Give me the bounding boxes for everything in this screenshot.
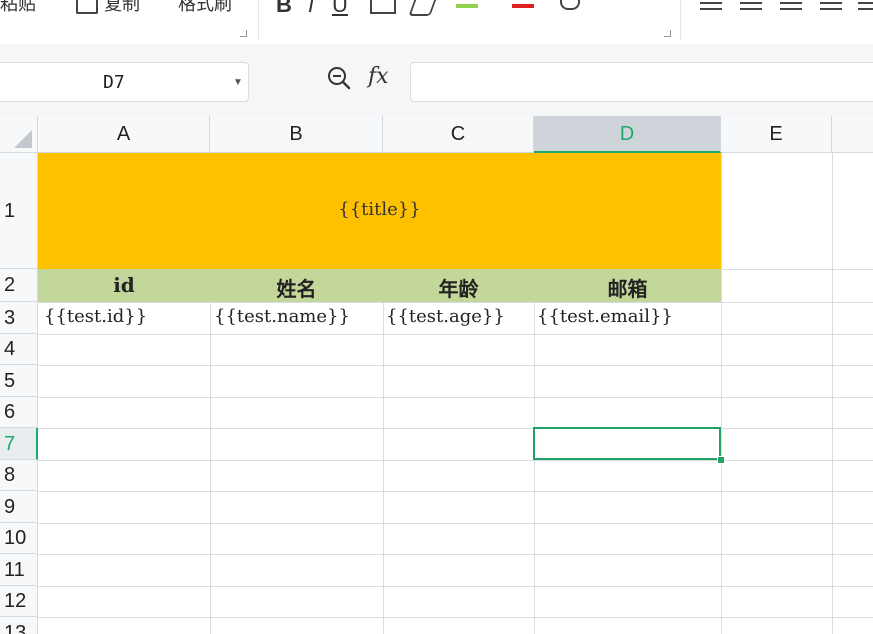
column-header-b[interactable]: B [210,116,383,153]
italic-button[interactable]: I [308,0,314,18]
row-header-10[interactable]: 10 [0,523,38,554]
row-header-7[interactable]: 7 [0,428,38,460]
gridline [38,334,873,335]
zoom-icon[interactable] [327,66,351,90]
insert-function-icon[interactable]: fx [368,64,389,89]
template-cell-name[interactable]: {{test.name}} [214,306,350,327]
toolbar-separator [680,0,681,40]
copy-icon [76,0,98,14]
gridline [38,491,873,492]
gridline [38,617,873,618]
gridline [721,153,722,634]
select-all-icon [14,130,32,148]
fill-bucket-icon[interactable] [408,0,438,16]
active-cell-selection[interactable] [533,427,721,460]
column-header-e[interactable]: E [721,116,832,153]
spreadsheet-grid[interactable]: A B C D E 1 2 3 4 5 6 7 8 9 10 11 12 13 … [0,116,873,634]
column-header-c[interactable]: C [383,116,534,153]
clear-format-icon[interactable] [560,0,580,10]
copy-button[interactable]: 复制 [104,0,140,16]
fill-color-icon[interactable] [456,4,478,8]
gridline [38,586,873,587]
title-placeholder: {{title}} [338,199,421,220]
gridline [38,428,873,429]
select-all-button[interactable] [0,116,38,153]
toolbar-separator [258,0,259,40]
row-header-13[interactable]: 13 [0,617,38,634]
row-header-8[interactable]: 8 [0,460,38,491]
row-header-2[interactable]: 2 [0,269,38,302]
paste-button[interactable]: 粘贴 [0,0,36,16]
row-header-5[interactable]: 5 [0,365,38,397]
row-header-1[interactable]: 1 [0,153,38,269]
cell-reference: D7 [103,72,125,93]
chevron-down-icon[interactable]: ▼ [233,77,243,88]
row-header-9[interactable]: 9 [0,491,38,523]
template-cell-age[interactable]: {{test.age}} [386,306,505,327]
gridline [38,460,873,461]
row-header-6[interactable]: 6 [0,397,38,428]
header-cell-age[interactable]: 年龄 [383,273,534,302]
title-cell[interactable]: {{title}} [38,153,721,269]
ribbon-toolbar: 粘贴 复制 格式刷 B I U [0,0,873,44]
border-icon[interactable] [370,0,396,14]
clipboard-dialog-launcher-icon[interactable] [240,30,247,37]
format-painter-button[interactable]: 格式刷 [178,0,232,16]
gridline [38,397,873,398]
template-cell-id[interactable]: {{test.id}} [44,306,147,327]
header-cell-id[interactable]: id [38,273,210,297]
font-color-icon[interactable] [512,4,534,8]
column-header-f[interactable] [832,116,873,153]
row-header-11[interactable]: 11 [0,554,38,586]
formula-input[interactable] [410,62,873,102]
gridline [38,302,873,303]
name-box[interactable]: D7 ▼ [0,62,249,102]
header-cell-name[interactable]: 姓名 [210,273,383,302]
column-header-d[interactable]: D [534,116,721,153]
header-cell-email[interactable]: 邮箱 [534,273,721,302]
font-dialog-launcher-icon[interactable] [664,30,671,37]
gridline [38,365,873,366]
fill-handle[interactable] [717,456,725,464]
row-header-3[interactable]: 3 [0,302,38,334]
row-header-12[interactable]: 12 [0,586,38,617]
bold-button[interactable]: B [276,0,292,18]
template-cell-email[interactable]: {{test.email}} [537,306,673,327]
gridline [38,523,873,524]
gridline [832,153,833,634]
underline-button[interactable]: U [332,0,348,18]
formula-bar: D7 ▼ fx [0,44,873,116]
gridline [38,554,873,555]
column-header-a[interactable]: A [38,116,210,153]
row-header-4[interactable]: 4 [0,334,38,365]
